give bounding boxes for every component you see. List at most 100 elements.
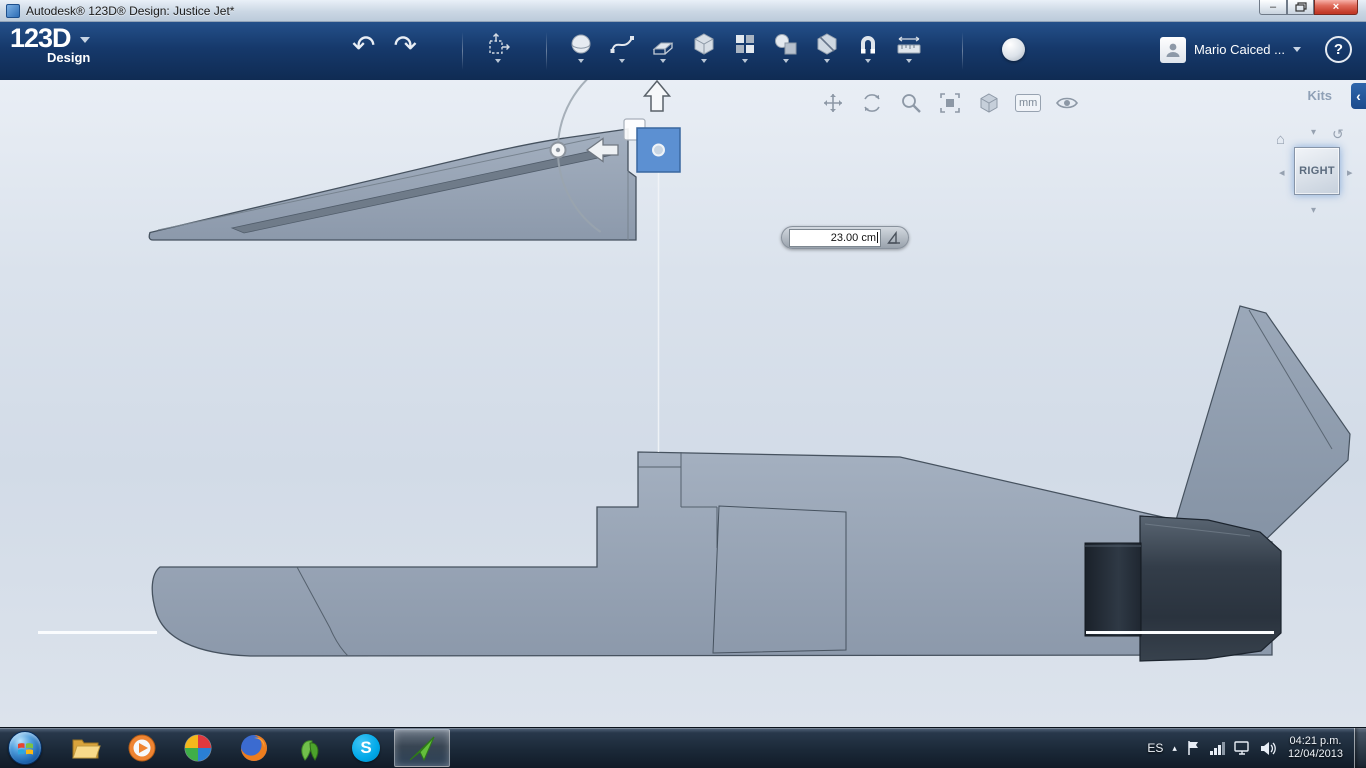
app-icon — [6, 3, 20, 18]
messenger-button[interactable] — [282, 729, 338, 767]
tray-date: 12/04/2013 — [1287, 748, 1343, 760]
logo-subtitle: Design — [47, 50, 91, 65]
pan-button[interactable] — [820, 90, 846, 116]
visibility-icon — [1056, 97, 1079, 109]
face-center-handle[interactable] — [652, 143, 665, 157]
account-caret-icon[interactable] — [1293, 47, 1301, 52]
fit-view-icon — [940, 93, 960, 113]
shaded-view-button[interactable] — [976, 90, 1002, 116]
messenger-icon — [301, 740, 319, 761]
orbit-button[interactable] — [859, 90, 885, 116]
units-badge[interactable]: mm — [1015, 94, 1042, 112]
modify-tool-button[interactable] — [688, 31, 720, 63]
shaded-view-icon — [980, 93, 998, 113]
model-engine-cone[interactable] — [1139, 515, 1282, 662]
show-desktop-button[interactable] — [1354, 728, 1366, 768]
zoom-icon — [902, 94, 921, 113]
redo-button[interactable]: ↷ — [393, 28, 416, 64]
modify-icon — [694, 33, 714, 55]
pan-icon — [824, 94, 842, 112]
language-indicator[interactable]: ES — [1147, 741, 1163, 755]
pattern-tool-button[interactable] — [729, 31, 761, 63]
viewcube-face-right[interactable]: RIGHT — [1294, 147, 1340, 195]
media-center-button[interactable] — [170, 729, 226, 767]
user-avatar[interactable] — [1159, 36, 1186, 63]
network-icon[interactable] — [1234, 741, 1251, 755]
dropdown-caret-icon — [742, 59, 748, 63]
minimize-button[interactable]: – — [1259, 0, 1287, 15]
orbit-icon — [864, 94, 880, 112]
dimension-widget: 23.00 cm — [781, 226, 909, 249]
dimension-mode-icon[interactable] — [887, 231, 901, 244]
close-button[interactable]: × — [1314, 0, 1358, 15]
viewcube-tilt-up[interactable]: ▾ — [1311, 127, 1316, 138]
tray-clock[interactable]: 04:21 p.m. 12/04/2013 — [1288, 735, 1343, 761]
measure-tool-button[interactable] — [893, 31, 925, 63]
model-engine-nozzle[interactable] — [1084, 542, 1142, 637]
kits-expand-tab[interactable]: ‹ — [1351, 83, 1366, 109]
media-player-icon — [128, 734, 156, 762]
help-button[interactable]: ? — [1325, 36, 1352, 63]
dropdown-caret-icon — [701, 59, 707, 63]
windows-taskbar: S ES ▴ 04:21 p.m. 12/04/2013 — [0, 727, 1366, 768]
tray-time: 04:21 p.m. — [1289, 735, 1342, 747]
signal-bars-icon[interactable] — [1209, 741, 1225, 755]
user-name[interactable]: Mario Caiced ... — [1194, 42, 1285, 57]
combine-tool-button[interactable] — [811, 31, 843, 63]
undo-button[interactable]: ↶ — [352, 28, 375, 64]
system-tray: ES ▴ 04:21 p.m. 12/04/2013 — [1147, 728, 1366, 768]
measure-icon — [897, 36, 921, 54]
transform-tool-button[interactable] — [482, 31, 514, 63]
restore-button[interactable] — [1287, 0, 1314, 15]
firefox-icon — [241, 735, 267, 761]
sketch-tool-button[interactable] — [606, 31, 638, 63]
dimension-input[interactable]: 23.00 cm — [789, 228, 881, 247]
show-hidden-icons[interactable]: ▴ — [1172, 743, 1177, 754]
model-viewport[interactable] — [0, 80, 1366, 728]
render-sphere-button[interactable] — [1002, 38, 1025, 61]
snap-tool-button[interactable] — [852, 31, 884, 63]
dropdown-caret-icon — [660, 59, 666, 63]
viewcube-tilt-down[interactable]: ▾ — [1311, 205, 1316, 216]
visibility-button[interactable] — [1054, 90, 1080, 116]
construct-icon — [652, 42, 674, 55]
window-titlebar: Autodesk® 123D® Design: Justice Jet* – × — [0, 0, 1366, 22]
app-123d-design-button[interactable] — [394, 729, 450, 767]
rotate-gizmo-dot — [555, 147, 561, 153]
viewcube: ⌂ ▾ ↺ ◂ RIGHT ▸ ▾ — [1270, 125, 1364, 237]
viewcube-rotate-ccw-icon[interactable]: ↺ — [1332, 126, 1344, 143]
windows-explorer-button[interactable] — [58, 729, 114, 767]
toolbar-separator — [962, 32, 963, 70]
dimension-value: 23.00 cm — [830, 231, 876, 244]
user-icon — [1166, 43, 1180, 57]
media-center-icon — [184, 734, 212, 762]
viewcube-rotate-right[interactable]: ▸ — [1347, 166, 1353, 179]
dropdown-caret-icon — [619, 59, 625, 63]
home-icon[interactable]: ⌂ — [1276, 131, 1285, 148]
toolbar-separator — [546, 32, 547, 70]
fit-view-button[interactable] — [937, 90, 963, 116]
grouping-icon — [775, 34, 797, 55]
firefox-button[interactable] — [226, 729, 282, 767]
model-tail-fin[interactable] — [1169, 305, 1351, 551]
start-button[interactable] — [8, 731, 42, 765]
skype-icon: S — [352, 734, 380, 762]
skype-button[interactable]: S — [338, 729, 394, 767]
grouping-tool-button[interactable] — [770, 31, 802, 63]
windows-flag-icon — [17, 742, 33, 754]
media-player-button[interactable] — [114, 729, 170, 767]
screen: Autodesk® 123D® Design: Justice Jet* – ×… — [0, 0, 1366, 768]
dropdown-caret-icon — [824, 59, 830, 63]
text-cursor — [877, 232, 878, 243]
ground-plane-line — [1086, 631, 1274, 634]
dropdown-caret-icon — [906, 59, 912, 63]
viewcube-rotate-left[interactable]: ◂ — [1279, 166, 1285, 179]
app-123d-design-icon — [409, 736, 435, 762]
extrude-up-arrow[interactable] — [642, 80, 672, 112]
app-logo[interactable]: 123D Design — [10, 23, 90, 65]
primitives-tool-button[interactable] — [565, 31, 597, 63]
construct-tool-button[interactable] — [647, 31, 679, 63]
action-center-flag-icon[interactable] — [1186, 740, 1200, 756]
volume-icon[interactable] — [1260, 741, 1277, 756]
zoom-button[interactable] — [898, 90, 924, 116]
